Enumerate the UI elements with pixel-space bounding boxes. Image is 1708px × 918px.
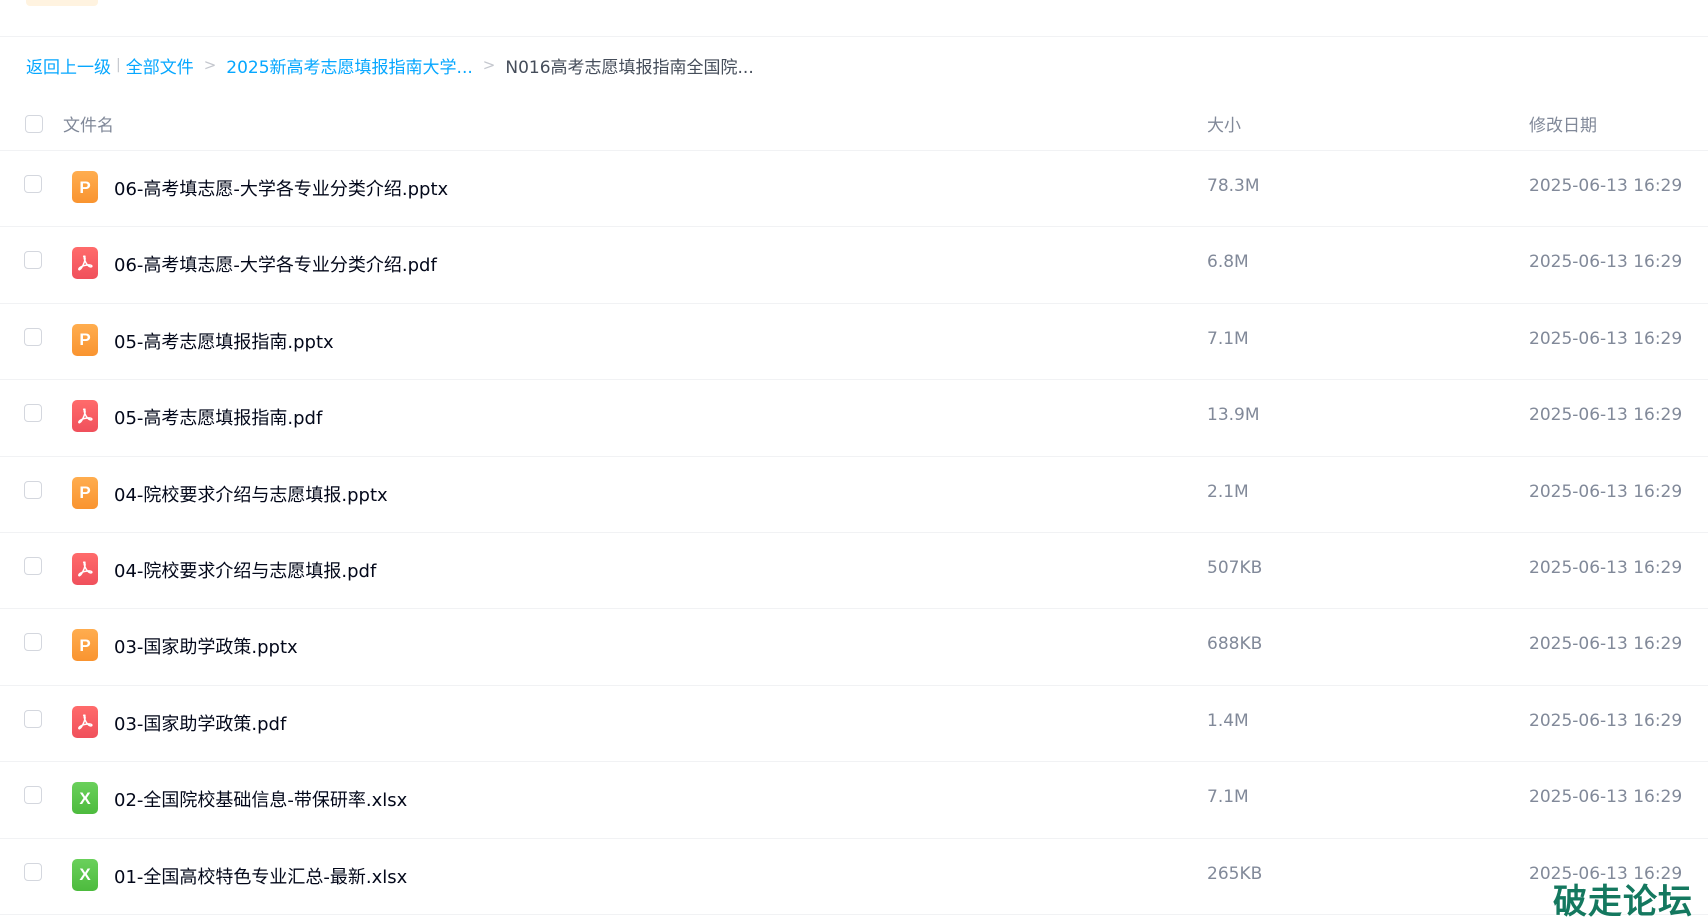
file-size: 7.1M (1207, 328, 1249, 349)
pdf-file-icon (72, 400, 98, 433)
watermark-text: 破走论坛 (1553, 882, 1693, 918)
file-row[interactable]: 03-国家助学政策.pdf 1.4M 2025-06-13 16:29 (0, 686, 1708, 763)
file-icon-glyph: P (79, 483, 91, 503)
excel-file-icon: X (72, 782, 98, 815)
file-row[interactable]: P 03-国家助学政策.pptx 688KB 2025-06-13 16:29 (0, 609, 1708, 686)
file-size: 265KB (1207, 863, 1263, 884)
select-all-checkbox[interactable] (25, 115, 43, 133)
file-row[interactable]: X 01-全国高校特色专业汇总-最新.xlsx 265KB 2025-06-13 16… (0, 839, 1708, 915)
row-checkbox[interactable] (24, 327, 42, 346)
file-modified-date: 2025-06-13 16:29 (1529, 481, 1683, 502)
breadcrumb-level1-link[interactable]: 2025新高考志愿填报指南大学... (226, 53, 472, 78)
column-header-name[interactable]: 文件名 (63, 111, 114, 136)
row-checkbox[interactable] (24, 786, 42, 805)
file-size: 507KB (1207, 557, 1263, 578)
file-name[interactable]: 03-国家助学政策.pdf (114, 710, 286, 736)
file-row[interactable]: 06-高考填志愿-大学各专业分类介绍.pdf 6.8M 2025-06-13 16:… (0, 227, 1708, 304)
file-modified-date: 2025-06-13 16:29 (1529, 405, 1683, 426)
column-header-date[interactable]: 修改日期 (1529, 111, 1597, 136)
breadcrumb-back-link[interactable]: 返回上一级 (26, 53, 111, 78)
file-icon-glyph: P (79, 330, 91, 350)
breadcrumb-chevron: > (482, 56, 496, 74)
file-name[interactable]: 04-院校要求介绍与志愿填报.pdf (114, 557, 376, 583)
file-modified-date: 2025-06-13 16:29 (1529, 252, 1683, 273)
file-modified-date: 2025-06-13 16:29 (1529, 710, 1683, 731)
file-name[interactable]: 01-全国高校特色专业汇总-最新.xlsx (114, 863, 407, 889)
pdf-file-icon (72, 552, 98, 585)
file-modified-date: 2025-06-13 16:29 (1529, 634, 1683, 655)
breadcrumb-separator: | (116, 57, 121, 73)
top-toolbar-partial (0, 0, 1708, 37)
file-icon-glyph: P (79, 635, 91, 655)
file-icon-glyph: X (79, 865, 91, 885)
file-row[interactable]: X 02-全国院校基础信息-带保研率.xlsx 7.1M 2025-06-13 16:… (0, 762, 1708, 839)
file-modified-date: 2025-06-13 16:29 (1529, 787, 1683, 808)
ppt-file-icon: P (72, 629, 98, 662)
file-size: 78.3M (1207, 176, 1260, 196)
file-name[interactable]: 04-院校要求介绍与志愿填报.pptx (114, 481, 388, 507)
file-size: 688KB (1207, 634, 1263, 655)
file-size: 1.4M (1207, 710, 1249, 731)
ppt-file-icon: P (72, 323, 98, 356)
table-header: 文件名 大小 修改日期 (0, 96, 1708, 151)
file-row[interactable]: P 05-高考志愿填报指南.pptx 7.1M 2025-06-13 16:29 (0, 304, 1708, 381)
file-name[interactable]: 02-全国院校基础信息-带保研率.xlsx (114, 786, 407, 812)
breadcrumb-current: N016高考志愿填报指南全国院... (505, 57, 754, 78)
pdf-file-icon (72, 705, 98, 738)
row-checkbox[interactable] (24, 862, 42, 881)
row-checkbox[interactable] (24, 480, 42, 499)
breadcrumb: 返回上一级 | 全部文件 > 2025新高考志愿填报指南大学... > N016… (26, 52, 754, 78)
column-header-size[interactable]: 大小 (1207, 111, 1241, 136)
file-row[interactable]: 05-高考志愿填报指南.pdf 13.9M 2025-06-13 16:29 (0, 380, 1708, 457)
row-checkbox[interactable] (24, 709, 42, 728)
file-name[interactable]: 06-高考填志愿-大学各专业分类介绍.pptx (114, 175, 448, 201)
file-name[interactable]: 05-高考志愿填报指南.pdf (114, 404, 322, 430)
file-name[interactable]: 06-高考填志愿-大学各专业分类介绍.pdf (114, 251, 437, 277)
row-checkbox[interactable] (24, 175, 42, 193)
ppt-file-icon: P (72, 476, 98, 509)
file-list: P 06-高考填志愿-大学各专业分类介绍.pptx 78.3M 2025-06-13 … (0, 151, 1708, 915)
toolbar-thumbnail (26, 0, 98, 6)
row-checkbox[interactable] (24, 251, 42, 270)
pdf-file-icon (72, 247, 98, 280)
file-size: 6.8M (1207, 252, 1249, 273)
file-size: 2.1M (1207, 481, 1249, 502)
file-modified-date: 2025-06-13 16:29 (1529, 176, 1683, 196)
file-size: 7.1M (1207, 787, 1249, 808)
file-row[interactable]: P 04-院校要求介绍与志愿填报.pptx 2.1M 2025-06-13 16:29 (0, 457, 1708, 533)
excel-file-icon: X (72, 858, 98, 891)
file-name[interactable]: 05-高考志愿填报指南.pptx (114, 328, 334, 354)
file-name[interactable]: 03-国家助学政策.pptx (114, 633, 298, 659)
file-row[interactable]: 04-院校要求介绍与志愿填报.pdf 507KB 2025-06-13 16:29 (0, 533, 1708, 610)
row-checkbox[interactable] (24, 633, 42, 652)
file-icon-glyph: P (79, 177, 91, 197)
row-checkbox[interactable] (24, 556, 42, 575)
file-browser-page: 返回上一级 | 全部文件 > 2025新高考志愿填报指南大学... > N016… (0, 0, 1708, 918)
file-icon-glyph: X (79, 788, 91, 808)
file-modified-date: 2025-06-13 16:29 (1529, 557, 1683, 578)
ppt-file-icon: P (72, 171, 98, 203)
breadcrumb-root-link[interactable]: 全部文件 (126, 53, 194, 78)
row-checkbox[interactable] (24, 404, 42, 423)
breadcrumb-chevron: > (203, 56, 217, 74)
file-modified-date: 2025-06-13 16:29 (1529, 328, 1683, 349)
file-row[interactable]: P 06-高考填志愿-大学各专业分类介绍.pptx 78.3M 2025-06-13 … (0, 151, 1708, 228)
file-size: 13.9M (1207, 405, 1260, 426)
